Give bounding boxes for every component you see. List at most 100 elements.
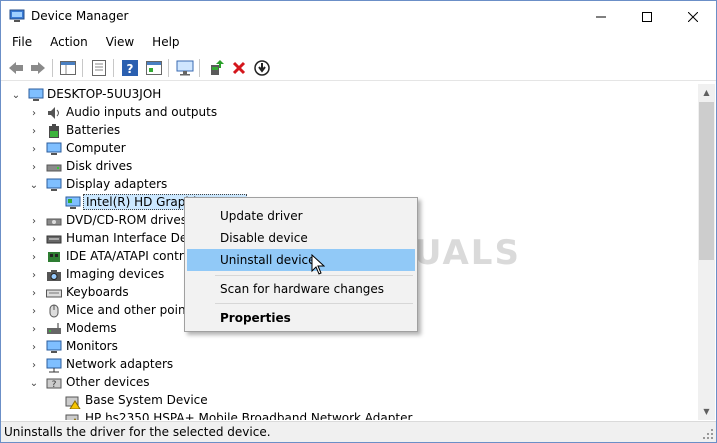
properties-menu-item[interactable]: Properties — [187, 307, 415, 329]
tree-item[interactable]: › Batteries — [1, 122, 698, 140]
back-button[interactable] — [6, 58, 26, 78]
uninstall-device-menu-item[interactable]: Uninstall device — [187, 249, 415, 271]
menu-help[interactable]: Help — [141, 32, 186, 54]
menu-separator — [215, 303, 413, 304]
chevron-right-icon[interactable]: › — [28, 143, 40, 155]
chevron-right-icon[interactable]: › — [28, 107, 40, 119]
ide-icon — [48, 252, 60, 262]
keyboard-icon — [46, 289, 62, 298]
chevron-right-icon[interactable]: › — [28, 125, 40, 137]
show-hide-tree-button[interactable] — [58, 58, 78, 78]
forward-button[interactable] — [28, 58, 48, 78]
chevron-right-icon[interactable]: › — [28, 233, 40, 245]
device-manager-window: Device Manager File Action View Help ? ⌄… — [0, 0, 717, 443]
tree-item-label: Other devices — [66, 375, 150, 389]
monitor-button[interactable] — [175, 58, 195, 78]
tree-item[interactable]: › Computer — [1, 140, 698, 158]
tree-root[interactable]: ⌄ DESKTOP-5UU3JOH — [1, 86, 698, 104]
speaker-icon — [48, 107, 59, 119]
chevron-down-icon[interactable]: ⌄ — [10, 89, 22, 101]
minimize-button[interactable] — [578, 1, 624, 32]
tree-item-label: IDE ATA/ATAPI control — [66, 249, 195, 263]
scroll-up-button[interactable]: ▲ — [698, 84, 715, 101]
network-icon — [46, 358, 62, 373]
tree-item-label: HP hs2350 HSPA+ Mobile Broadband Network… — [85, 411, 413, 420]
uninstall-icon — [232, 61, 246, 75]
computer-icon — [28, 88, 44, 101]
toolbar: ? — [1, 55, 716, 81]
chevron-right-icon[interactable]: › — [28, 323, 40, 335]
update-driver-menu-item[interactable]: Update driver — [187, 205, 415, 227]
mouse-cursor-icon — [311, 254, 325, 275]
chevron-right-icon[interactable]: › — [28, 305, 40, 317]
tree-item-label: Disk drives — [66, 159, 133, 173]
tree-item-label: Monitors — [66, 339, 118, 353]
tree-item[interactable]: › Monitors — [1, 338, 698, 356]
update-driver-button[interactable] — [206, 58, 226, 78]
computer-icon — [46, 142, 62, 155]
tree-item[interactable]: Base System Device — [1, 392, 698, 410]
vertical-scrollbar[interactable]: ▲ ▼ — [698, 84, 715, 420]
resize-grip-icon[interactable] — [702, 428, 714, 440]
other-devices-icon: ? — [46, 378, 62, 390]
mouse-icon — [49, 304, 59, 318]
disable-device-menu-item[interactable]: Disable device — [187, 227, 415, 249]
maximize-button[interactable] — [624, 1, 670, 32]
download-icon — [254, 60, 270, 76]
chevron-right-icon[interactable]: › — [28, 251, 40, 263]
disk-icon — [46, 164, 62, 172]
properties-button[interactable] — [89, 58, 109, 78]
tree-item-label: Keyboards — [66, 285, 129, 299]
monitor-icon — [46, 340, 62, 353]
tree-item[interactable]: › Audio inputs and outputs — [1, 104, 698, 122]
tree-item[interactable]: › Disk drives — [1, 158, 698, 176]
tree-item-label: Modems — [66, 321, 117, 335]
chevron-down-icon[interactable]: ⌄ — [28, 377, 40, 389]
tree-item[interactable]: › Network adapters — [1, 356, 698, 374]
view-by-button[interactable] — [144, 58, 164, 78]
help-icon: ? — [122, 60, 138, 76]
chevron-right-icon[interactable]: › — [28, 215, 40, 227]
update-driver-icon — [211, 60, 224, 75]
chevron-right-icon[interactable]: › — [28, 161, 40, 173]
warning-device-icon — [65, 414, 79, 420]
scroll-thumb[interactable] — [699, 102, 714, 260]
title-bar[interactable]: Device Manager — [1, 1, 716, 32]
minimize-icon — [596, 16, 606, 17]
close-icon — [688, 11, 698, 22]
window-title: Device Manager — [31, 9, 129, 23]
warning-device-icon — [65, 396, 81, 409]
hid-icon — [46, 235, 62, 244]
chevron-down-icon[interactable]: ⌄ — [28, 179, 40, 191]
tree-item[interactable]: ⌄ Display adapters — [1, 176, 698, 194]
tree-item[interactable]: ⌄ ? Other devices — [1, 374, 698, 392]
scan-hardware-menu-item[interactable]: Scan for hardware changes — [187, 278, 415, 300]
tree-item-label: Base System Device — [85, 393, 208, 407]
device-manager-icon — [9, 9, 25, 22]
chevron-right-icon[interactable]: › — [28, 341, 40, 353]
dvd-icon — [46, 218, 62, 226]
display-icon — [46, 178, 62, 191]
chevron-right-icon[interactable]: › — [28, 269, 40, 281]
back-icon — [9, 62, 23, 74]
chevron-right-icon[interactable]: › — [28, 287, 40, 299]
tree-item-label: Computer — [66, 141, 126, 155]
uninstall-button[interactable] — [229, 58, 249, 78]
toolbar-separator — [113, 59, 114, 77]
close-button[interactable] — [670, 1, 716, 32]
svg-text:?: ? — [127, 62, 134, 76]
menu-action[interactable]: Action — [39, 32, 95, 54]
scroll-down-button[interactable]: ▼ — [698, 403, 715, 420]
scan-download-button[interactable] — [252, 58, 272, 78]
camera-icon — [47, 270, 61, 281]
tree-item[interactable]: HP hs2350 HSPA+ Mobile Broadband Network… — [1, 410, 698, 420]
modem-icon — [47, 323, 61, 334]
menu-file[interactable]: File — [1, 32, 39, 54]
tree-item-label: Network adapters — [66, 357, 174, 371]
toolbar-separator — [168, 59, 169, 77]
help-button[interactable]: ? — [120, 58, 140, 78]
maximize-icon — [642, 11, 652, 22]
chevron-right-icon[interactable]: › — [28, 359, 40, 371]
menu-bar: File Action View Help — [1, 32, 716, 54]
menu-view[interactable]: View — [95, 32, 141, 54]
